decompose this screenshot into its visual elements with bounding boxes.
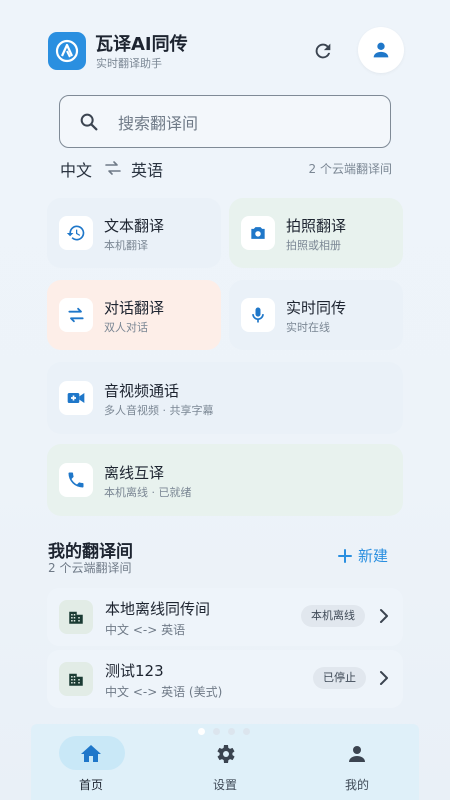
card-title: 音视频通话 [104, 382, 180, 400]
nav-settings[interactable]: 设置 [165, 724, 285, 800]
swap-icon [59, 298, 93, 332]
app-subtitle: 实时翻译助手 [96, 57, 162, 70]
chevron-right-icon [380, 609, 388, 623]
app-logo [48, 32, 86, 70]
card-subtitle: 双人对话 [104, 321, 148, 334]
card-title: 文本翻译 [104, 217, 165, 235]
gear-icon [217, 745, 235, 763]
card-title: 拍照翻译 [286, 217, 347, 235]
room-name: 本地离线同传间 [105, 600, 211, 618]
search-input[interactable]: 搜索翻译间 [59, 95, 391, 148]
video-call-icon [59, 381, 93, 415]
nav-label: 我的 [344, 778, 369, 792]
home-icon [81, 745, 101, 762]
language-selector[interactable]: 中文 英语 2 个云端翻译间 [60, 157, 392, 181]
card-subtitle: 多人音视频 · 共享字幕 [104, 404, 214, 417]
bottom-navigation: 首页 设置 我的 [31, 724, 419, 800]
card-title: 离线互译 [104, 464, 165, 482]
cloud-room-count: 2 个云端翻译间 [308, 162, 392, 176]
card-subtitle: 拍照或相册 [286, 239, 341, 252]
history-icon [59, 216, 93, 250]
app-logo-icon [55, 39, 79, 63]
refresh-icon [315, 43, 331, 59]
person-icon [373, 42, 389, 58]
text-translate-card[interactable]: 文本翻译 本机翻译 [47, 198, 221, 268]
camera-icon [241, 216, 275, 250]
my-rooms-subtitle: 2 个云端翻译间 [48, 561, 132, 575]
room-languages: 中文 <-> 英语 [105, 623, 186, 637]
target-language[interactable]: 英语 [131, 157, 163, 181]
card-title: 实时同传 [286, 299, 347, 317]
card-title: 对话翻译 [104, 299, 165, 317]
building-icon [59, 600, 93, 634]
swap-language-icon[interactable] [104, 160, 122, 180]
status-badge: 本机离线 [301, 605, 365, 627]
phone-icon [59, 463, 93, 497]
dialogue-translate-card[interactable]: 对话翻译 双人对话 [47, 280, 221, 350]
status-badge: 已停止 [313, 667, 366, 689]
building-icon [59, 662, 93, 696]
app-screen: 瓦译AI同传 实时翻译助手 搜索翻译间 中文 英语 2 个云端翻译间 文本翻译 … [0, 0, 450, 800]
room-languages: 中文 <-> 英语 (美式) [105, 685, 223, 699]
page-dot [198, 728, 205, 735]
photo-translate-card[interactable]: 拍照翻译 拍照或相册 [229, 198, 403, 268]
av-call-card[interactable]: 音视频通话 多人音视频 · 共享字幕 [47, 362, 403, 434]
page-indicator [198, 728, 250, 735]
card-subtitle: 本机离线 · 已就绪 [104, 486, 192, 499]
simultaneous-interpret-card[interactable]: 实时同传 实时在线 [229, 280, 403, 350]
chevron-right-icon [380, 671, 388, 685]
page-dot [228, 728, 235, 735]
app-title: 瓦译AI同传 [95, 34, 188, 55]
room-item[interactable]: 测试123 中文 <-> 英语 (美式) 已停止 [47, 650, 403, 708]
search-icon [60, 111, 118, 133]
plus-icon [338, 548, 352, 563]
refresh-button[interactable] [308, 36, 338, 66]
page-dot [213, 728, 220, 735]
new-room-label: 新建 [358, 547, 389, 565]
nav-profile[interactable]: 我的 [297, 724, 417, 800]
page-dot [243, 728, 250, 735]
new-room-button[interactable]: 新建 [338, 545, 388, 566]
card-subtitle: 实时在线 [286, 321, 330, 334]
nav-label: 首页 [78, 778, 103, 792]
mic-icon [241, 298, 275, 332]
room-name: 测试123 [105, 662, 164, 680]
profile-button[interactable] [358, 27, 404, 73]
nav-label: 设置 [212, 778, 237, 792]
search-placeholder: 搜索翻译间 [118, 113, 199, 133]
nav-home[interactable]: 首页 [31, 724, 151, 800]
card-subtitle: 本机翻译 [104, 239, 148, 252]
offline-translate-card[interactable]: 离线互译 本机离线 · 已就绪 [47, 444, 403, 516]
person-icon [349, 746, 365, 762]
room-item[interactable]: 本地离线同传间 中文 <-> 英语 本机离线 [47, 588, 403, 646]
source-language[interactable]: 中文 [60, 157, 92, 181]
